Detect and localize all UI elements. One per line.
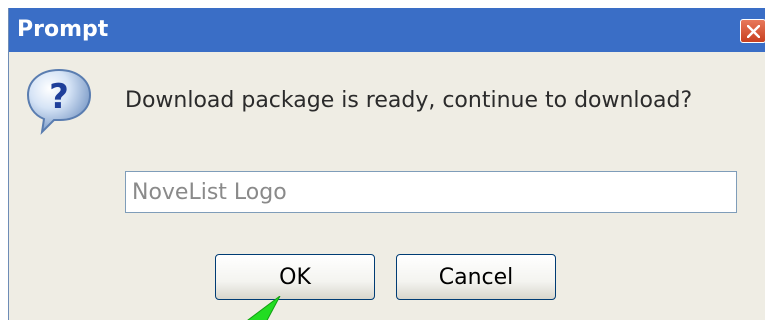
question-icon: ? <box>24 66 94 140</box>
close-icon <box>747 25 760 38</box>
prompt-dialog: Prompt ? Download package is ready, cont… <box>8 8 765 320</box>
cursor-arrow-icon <box>234 295 284 320</box>
prompt-input[interactable] <box>125 171 737 213</box>
dialog-title: Prompt <box>17 17 109 42</box>
close-button[interactable] <box>740 19 765 43</box>
dialog-message: Download package is ready, continue to d… <box>125 88 693 113</box>
ok-button[interactable]: OK <box>215 254 375 300</box>
titlebar: Prompt <box>9 8 765 52</box>
svg-text:?: ? <box>49 77 69 117</box>
cancel-button[interactable]: Cancel <box>396 254 556 300</box>
